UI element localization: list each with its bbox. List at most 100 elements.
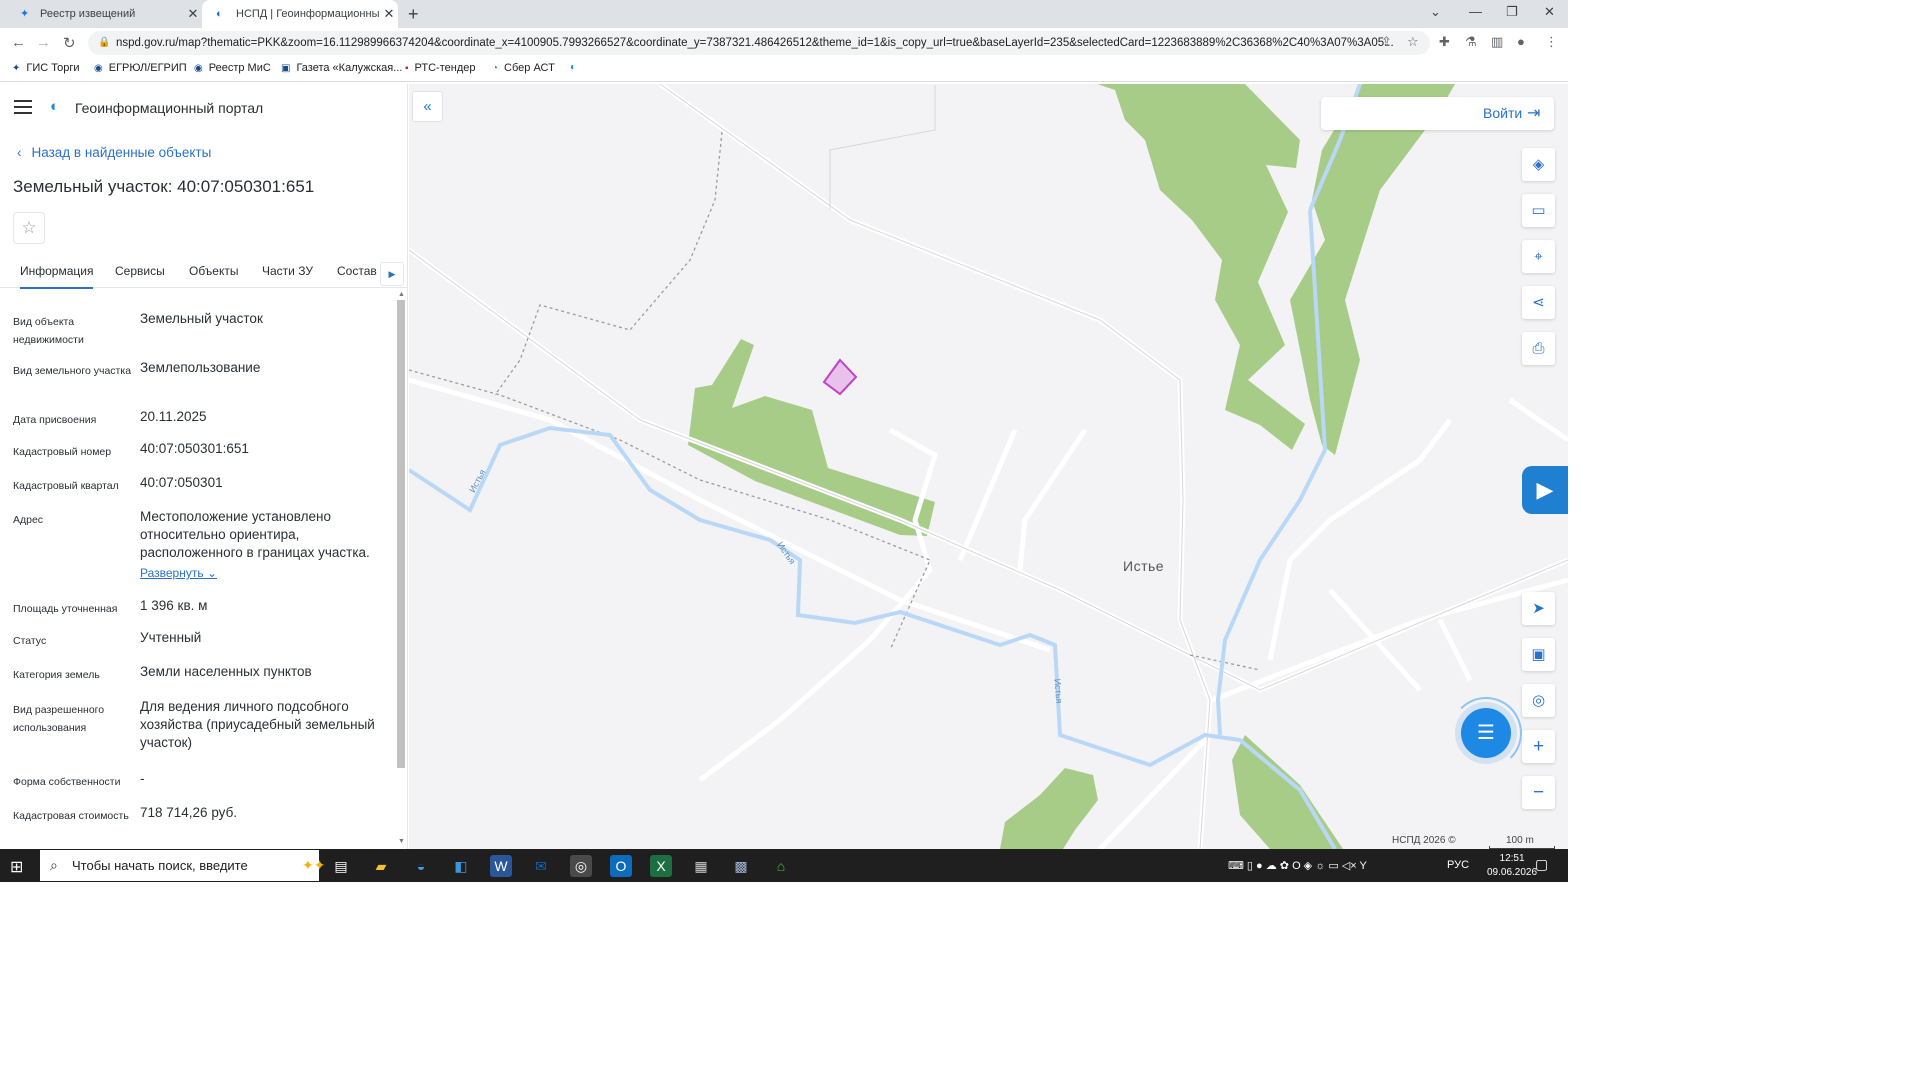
area-search-icon[interactable]: ⌖ <box>1522 240 1555 273</box>
rts-icon: ▪ <box>405 62 409 74</box>
bookmark-item[interactable]: ▣ Газета «Калужская... <box>281 62 402 74</box>
browser-tab-registry[interactable]: ✦ Реестр извещений ✕ <box>6 0 202 28</box>
back-to-results-link[interactable]: ‹ Назад в найденные объекты <box>17 145 211 160</box>
outlook-icon[interactable]: O <box>610 855 632 877</box>
field-value: 40:07:050301 <box>140 475 223 490</box>
portal-logo-icon: ◐ <box>50 98 60 115</box>
word-icon[interactable]: W <box>490 855 512 877</box>
lab-icon[interactable]: ⚗ <box>1465 34 1477 50</box>
share-page-icon[interactable]: ⇪ <box>1381 34 1392 50</box>
browser-tab-nspd[interactable]: ◐ НСПД | Геоинформационный п ✕ <box>202 0 398 28</box>
mail-icon[interactable]: ✉ <box>530 855 552 877</box>
notification-icon[interactable]: ▢ <box>1535 856 1548 873</box>
tab-parts[interactable]: Части ЗУ <box>262 264 313 278</box>
search-placeholder: Чтобы начать поиск, введите <box>72 858 248 873</box>
menu-dots-icon[interactable]: ⋮ <box>1545 34 1558 50</box>
bookmark-item[interactable]: ◉ Реестр МиС <box>194 62 271 74</box>
reload-icon[interactable]: ↻ <box>63 34 76 52</box>
map-layer <box>409 84 1568 849</box>
lock-icon[interactable]: 🔒 <box>98 37 110 48</box>
nspd-favicon-icon: ◐ <box>216 8 223 20</box>
geolocate-icon[interactable]: ◎ <box>1522 684 1555 717</box>
profile-icon[interactable]: ● <box>1517 34 1525 49</box>
bookmark-item[interactable]: ▪ РТС-тендер <box>405 62 475 74</box>
layers-icon[interactable]: ◈ <box>1522 148 1555 181</box>
app-icon[interactable]: ▩ <box>730 855 752 877</box>
zoom-in-icon[interactable]: + <box>1522 730 1555 763</box>
chrome-icon[interactable]: ◎ <box>570 855 592 877</box>
tab-title: НСПД | Геоинформационный п <box>236 8 380 20</box>
feedback-widget-icon[interactable]: ▶ <box>1522 466 1568 514</box>
scale-label: 100 m <box>1506 835 1534 846</box>
share-icon[interactable]: ⋖ <box>1522 286 1555 319</box>
tab-close-icon[interactable]: ✕ <box>184 6 202 22</box>
tab-services[interactable]: Сервисы <box>115 264 165 278</box>
task-view-icon[interactable]: ▤ <box>330 855 352 877</box>
clock[interactable]: 12:51 09.06.2026 <box>1487 852 1537 880</box>
address-bar[interactable]: nspd.gov.ru/map?thematic=PKK&zoom=16.112… <box>88 31 1430 55</box>
close-window-icon[interactable]: ✕ <box>1544 4 1555 20</box>
expand-address-link[interactable]: Развернуть ⌄ <box>140 566 217 580</box>
collapse-panel-icon[interactable]: « <box>412 91 443 122</box>
browser-toolbar: ← → ↻ nspd.gov.ru/map?thematic=PKK&zoom=… <box>0 28 1568 58</box>
tab-objects[interactable]: Объекты <box>189 264 239 278</box>
field-label: Статус <box>13 635 47 647</box>
store-icon[interactable]: ◧ <box>450 855 472 877</box>
field-value: Земли населенных пунктов <box>140 664 312 679</box>
extensions-icon[interactable]: ✚ <box>1439 34 1450 50</box>
field-label: Дата присвоения <box>13 414 97 426</box>
bookmark-star-icon[interactable]: ☆ <box>1407 34 1419 50</box>
field-label: Адрес <box>13 514 44 526</box>
field-value: - <box>140 771 145 786</box>
forward-arrow-icon[interactable]: → <box>36 34 51 51</box>
minimize-icon[interactable]: — <box>1469 4 1482 19</box>
newspaper-icon: ▣ <box>281 62 291 74</box>
favorite-star-icon[interactable]: ☆ <box>13 212 45 244</box>
field-label: Вид земельного участка <box>13 365 132 377</box>
tray-icons[interactable]: ⌨ ▯ ● ☁ ✿ O ◈ ☼ ▭ ◁× Y <box>1228 859 1367 872</box>
scroll-down-icon[interactable]: ▼ <box>398 838 405 845</box>
bookmark-item[interactable]: ◉ ЕГРЮЛ/ЕГРИП <box>94 62 187 74</box>
back-arrow-icon[interactable]: ← <box>11 34 26 51</box>
sber-icon: ◔ <box>492 62 499 74</box>
bookmark-item[interactable]: ✦ ГИС Торги <box>12 62 80 74</box>
sidepanel-icon[interactable]: ▥ <box>1491 34 1503 50</box>
clock-time: 12:51 <box>1499 853 1525 864</box>
zoom-out-icon[interactable]: − <box>1522 776 1555 809</box>
ruler-icon[interactable]: ▭ <box>1522 194 1555 227</box>
field-value: Местоположение установлено относительно … <box>140 509 370 560</box>
chat-icon[interactable]: ☰ <box>1461 708 1511 758</box>
new-tab-icon[interactable]: + <box>408 4 419 25</box>
minimap-icon[interactable]: ▣ <box>1522 638 1555 671</box>
field-value: Учтенный <box>140 630 202 645</box>
home-app-icon[interactable]: ⌂ <box>770 855 792 877</box>
bookmarks-bar: ✦ ГИС Торги ◉ ЕГРЮЛ/ЕГРИП ◉ Реестр МиС ▣ Газ… <box>0 58 1568 82</box>
scroll-up-icon[interactable]: ▲ <box>398 291 405 298</box>
excel-icon[interactable]: X <box>650 855 672 877</box>
windows-start-icon[interactable]: ⊞ <box>10 857 23 877</box>
calculator-icon[interactable]: ▦ <box>690 855 712 877</box>
file-explorer-icon[interactable]: ▰ <box>370 855 392 877</box>
hamburger-menu-icon[interactable] <box>14 100 32 118</box>
tab-information[interactable]: Информация <box>20 264 94 289</box>
tab-close-icon[interactable]: ✕ <box>380 6 398 22</box>
globe-icon: ◉ <box>194 62 203 74</box>
tab-search-icon[interactable]: ⌄ <box>1430 4 1441 20</box>
field-value: Землепользование <box>140 360 261 375</box>
clock-date: 09.06.2026 <box>1487 867 1538 878</box>
object-title: Земельный участок: 40:07:050301:651 <box>13 177 315 196</box>
navigate-icon[interactable]: ➤ <box>1522 592 1555 625</box>
taskbar-search-box[interactable]: ⌕ Чтобы начать поиск, введите ✦✦ <box>40 850 325 881</box>
bookmark-item[interactable]: ◔ Сбер АСТ <box>492 62 555 74</box>
map-canvas[interactable]: Истье Истья Истья Истья <box>409 84 1568 849</box>
tab-composition[interactable]: Состав <box>337 264 377 278</box>
panel-scrollbar[interactable] <box>397 300 405 768</box>
login-button[interactable]: Войти ⇥ <box>1321 97 1554 130</box>
bookmark-item[interactable]: ◐ <box>570 62 582 73</box>
tabs-scroll-right-icon[interactable]: ▶ <box>380 262 404 286</box>
edge-icon[interactable]: ◒ <box>410 855 432 877</box>
print-icon[interactable]: ⎙ <box>1522 332 1555 365</box>
maximize-icon[interactable]: ❐ <box>1506 4 1518 20</box>
field-value: Земельный участок <box>140 311 263 326</box>
language-indicator[interactable]: РУС <box>1447 859 1469 871</box>
